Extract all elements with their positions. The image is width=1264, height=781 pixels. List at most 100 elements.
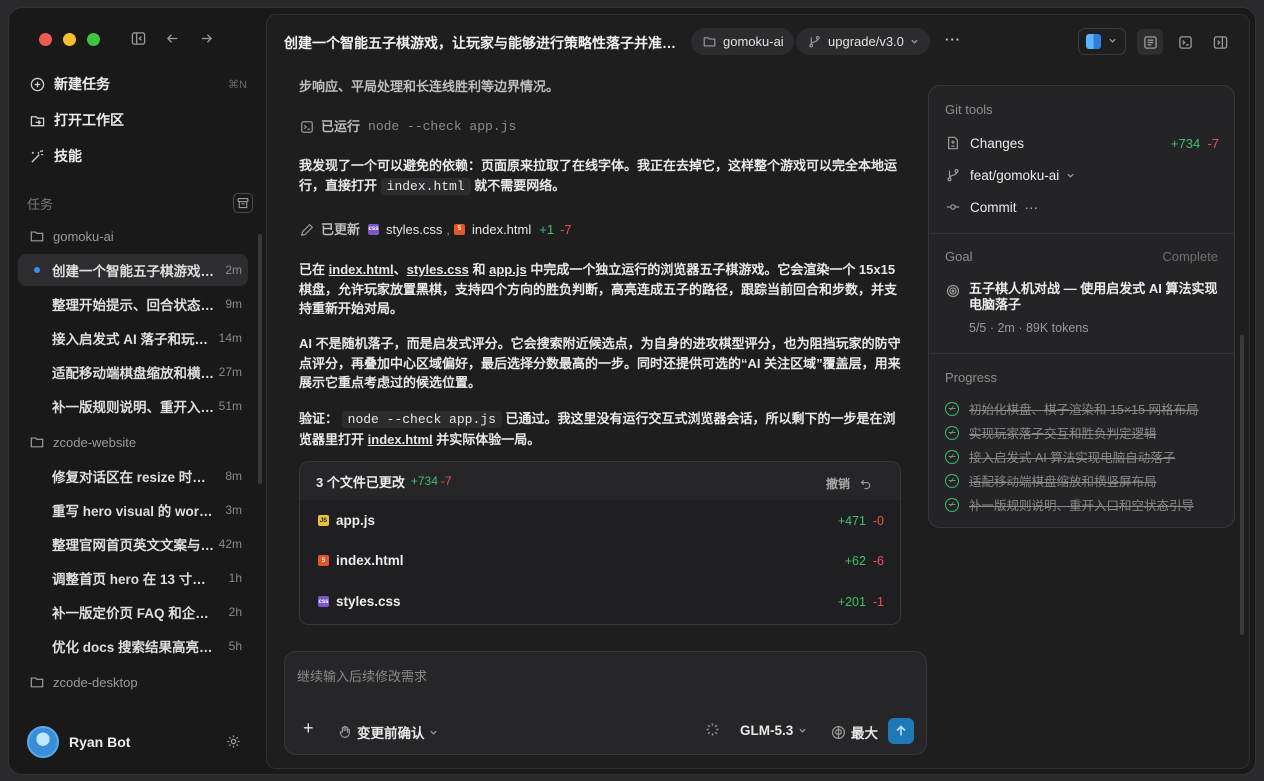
task-item[interactable]: 修复对话区在 resize 时的抖动问题 8m	[18, 460, 248, 492]
sidebar-toolbar	[130, 30, 214, 46]
message-input[interactable]: 继续输入后续修改需求	[297, 666, 427, 685]
group-zcode-website[interactable]: zcode-website	[27, 430, 136, 454]
divider	[930, 353, 1235, 354]
open-workspace-button[interactable]: 打开工作区	[27, 105, 249, 135]
task-item[interactable]: 整理官网首页英文文案与排版 42m	[18, 528, 248, 560]
card-header: 3 个文件已更改 +734 -7	[300, 462, 900, 500]
added-count: +734	[410, 474, 438, 488]
skills-label: 技能	[54, 148, 82, 164]
more-options-button[interactable]: ···	[945, 32, 961, 47]
message-text: 、	[393, 262, 407, 277]
message-text: 并实际体验一局。	[436, 431, 541, 447]
composer[interactable]: 继续输入后续修改需求 + 变更前确认 GLM-5.3 最大	[284, 651, 927, 755]
progress-title: Progress	[945, 370, 998, 385]
chevron-down-icon	[429, 724, 439, 740]
separator: ,	[446, 222, 450, 237]
avatar	[27, 726, 59, 758]
file-link[interactable]: index.html	[368, 432, 433, 447]
open-in-app-button[interactable]	[1078, 28, 1126, 55]
task-title: 创建一个智能五子棋游戏，让玩家与能够进行策略性落子并准确判断胜负的 AI 对战	[52, 264, 214, 279]
changed-files-title: 3 个文件已更改	[316, 474, 405, 490]
git-branch-icon	[806, 34, 822, 50]
inline-code: index.html	[380, 177, 471, 195]
branch-row[interactable]: feat/gomoku-ai	[945, 167, 1221, 183]
file-link[interactable]: app.js	[489, 262, 527, 277]
task-title: 整理开始提示、回合状态与结束面板	[52, 298, 214, 313]
archive-icon[interactable]	[233, 193, 253, 213]
chevron-down-icon	[797, 722, 807, 738]
user-profile[interactable]: Ryan Bot	[27, 726, 130, 758]
undo-icon	[858, 476, 874, 492]
branch-selector[interactable]: upgrade/v3.0	[796, 28, 930, 55]
document-view-button[interactable]	[1137, 29, 1163, 55]
task-age: 9m	[225, 297, 242, 311]
skills-button[interactable]: 技能	[27, 141, 249, 171]
task-item[interactable]: 优化 docs 搜索结果高亮与排序 5h	[18, 630, 248, 662]
tool-update-row[interactable]: 已更新 css styles.css , 5 index.html +1 -7	[299, 220, 572, 240]
html-file-icon: 5	[453, 224, 465, 236]
group-zcode-desktop[interactable]: zcode-desktop	[27, 670, 138, 694]
brain-icon	[830, 724, 846, 740]
approval-mode-label: 变更前确认	[357, 726, 425, 741]
changed-file-row[interactable]: css styles.css +201 -1	[318, 594, 886, 609]
task-item[interactable]: 重写 hero visual 的 workflow 动画 3m	[18, 494, 248, 526]
folder-icon	[29, 228, 45, 244]
task-item[interactable]: 接入启发式 AI 落子和玩家交互 14m	[18, 322, 248, 354]
new-task-icon	[29, 76, 45, 92]
main-scrollbar[interactable]	[1240, 335, 1244, 635]
file-link[interactable]: index.html	[329, 262, 394, 277]
model-selector[interactable]: GLM-5.3	[740, 722, 807, 738]
commit-label: Commit	[970, 199, 1017, 215]
header: 创建一个智能五子棋游戏，让玩家与能够进行策略性落子并准确判断胜负的 AI 对战 …	[267, 15, 1249, 67]
commit-row[interactable]: Commit ···	[945, 199, 1221, 215]
changes-row[interactable]: Changes +734 -7	[945, 135, 1221, 151]
new-task-button[interactable]: 新建任务 ⌘N	[27, 69, 249, 99]
task-item[interactable]: 调整首页 hero 在 13 寸和大屏上的间距 1h	[18, 562, 248, 594]
reasoning-effort-selector[interactable]: 最大	[830, 722, 878, 742]
commit-more-button[interactable]: ···	[1025, 200, 1039, 215]
minimize-window-button[interactable]	[63, 33, 76, 46]
send-button[interactable]	[888, 718, 914, 744]
undo-button[interactable]: 撤销	[826, 475, 874, 492]
sidebar-scrollbar[interactable]	[258, 234, 262, 484]
added-count: +471	[837, 513, 866, 528]
goal-text: 五子棋人机对战 — 使用启发式 AI 算法实现电脑落子	[969, 281, 1218, 312]
workspace-pill[interactable]: gomoku-ai	[691, 28, 794, 55]
close-window-button[interactable]	[39, 33, 52, 46]
check-circle-icon: ✓	[945, 449, 959, 464]
terminal-icon	[1177, 34, 1193, 50]
task-item-active[interactable]: 创建一个智能五子棋游戏，让玩家与能够进行策略性落子并准确判断胜负的 AI 对战 …	[18, 254, 248, 286]
task-item[interactable]: 补一版规则说明、重开入口和空状态 51m	[18, 390, 248, 422]
tool-run-row[interactable]: 已运行 node --check app.js	[299, 117, 516, 137]
deleted-count: -7	[560, 222, 572, 237]
task-item[interactable]: 适配移动端棋盘缩放和横竖屏 27m	[18, 356, 248, 388]
message-text: 已在	[299, 262, 326, 277]
forward-arrow-icon[interactable]	[198, 30, 214, 46]
task-age: 27m	[218, 365, 242, 379]
approval-mode-selector[interactable]: 变更前确认	[337, 722, 439, 742]
changed-file-row[interactable]: JS app.js +471 -0	[318, 513, 886, 528]
branch-label: upgrade/v3.0	[828, 34, 904, 49]
branch-label: feat/gomoku-ai	[970, 167, 1060, 183]
goal-title: Goal	[945, 249, 973, 264]
task-item[interactable]: 补一版定价页 FAQ 和企业版说明 2h	[18, 596, 248, 628]
app-window: 新建任务 ⌘N 打开工作区 技能 任务 gomoku-ai 创建一个智能五子棋游…	[8, 7, 1256, 775]
file-link[interactable]: styles.css	[407, 262, 469, 277]
task-age: 42m	[218, 537, 242, 551]
toggle-right-panel-button[interactable]	[1207, 29, 1233, 55]
gear-icon[interactable]	[225, 733, 241, 749]
task-title: 优化 docs 搜索结果高亮与排序	[52, 640, 214, 655]
terminal-button[interactable]	[1172, 29, 1198, 55]
deleted-count: -7	[440, 474, 452, 488]
changed-file-row[interactable]: 5 index.html +62 -6	[318, 553, 886, 568]
open-workspace-label: 打开工作区	[54, 112, 124, 128]
zoom-window-button[interactable]	[87, 33, 100, 46]
group-gomoku-ai[interactable]: gomoku-ai	[27, 224, 114, 248]
deleted-count: -0	[872, 513, 884, 528]
toggle-sidebar-icon[interactable]	[130, 30, 146, 46]
folder-icon	[29, 674, 45, 690]
folder-icon	[701, 34, 717, 50]
task-item[interactable]: 整理开始提示、回合状态与结束面板 9m	[18, 288, 248, 320]
back-arrow-icon[interactable]	[164, 30, 180, 46]
add-attachment-button[interactable]: +	[303, 718, 314, 739]
